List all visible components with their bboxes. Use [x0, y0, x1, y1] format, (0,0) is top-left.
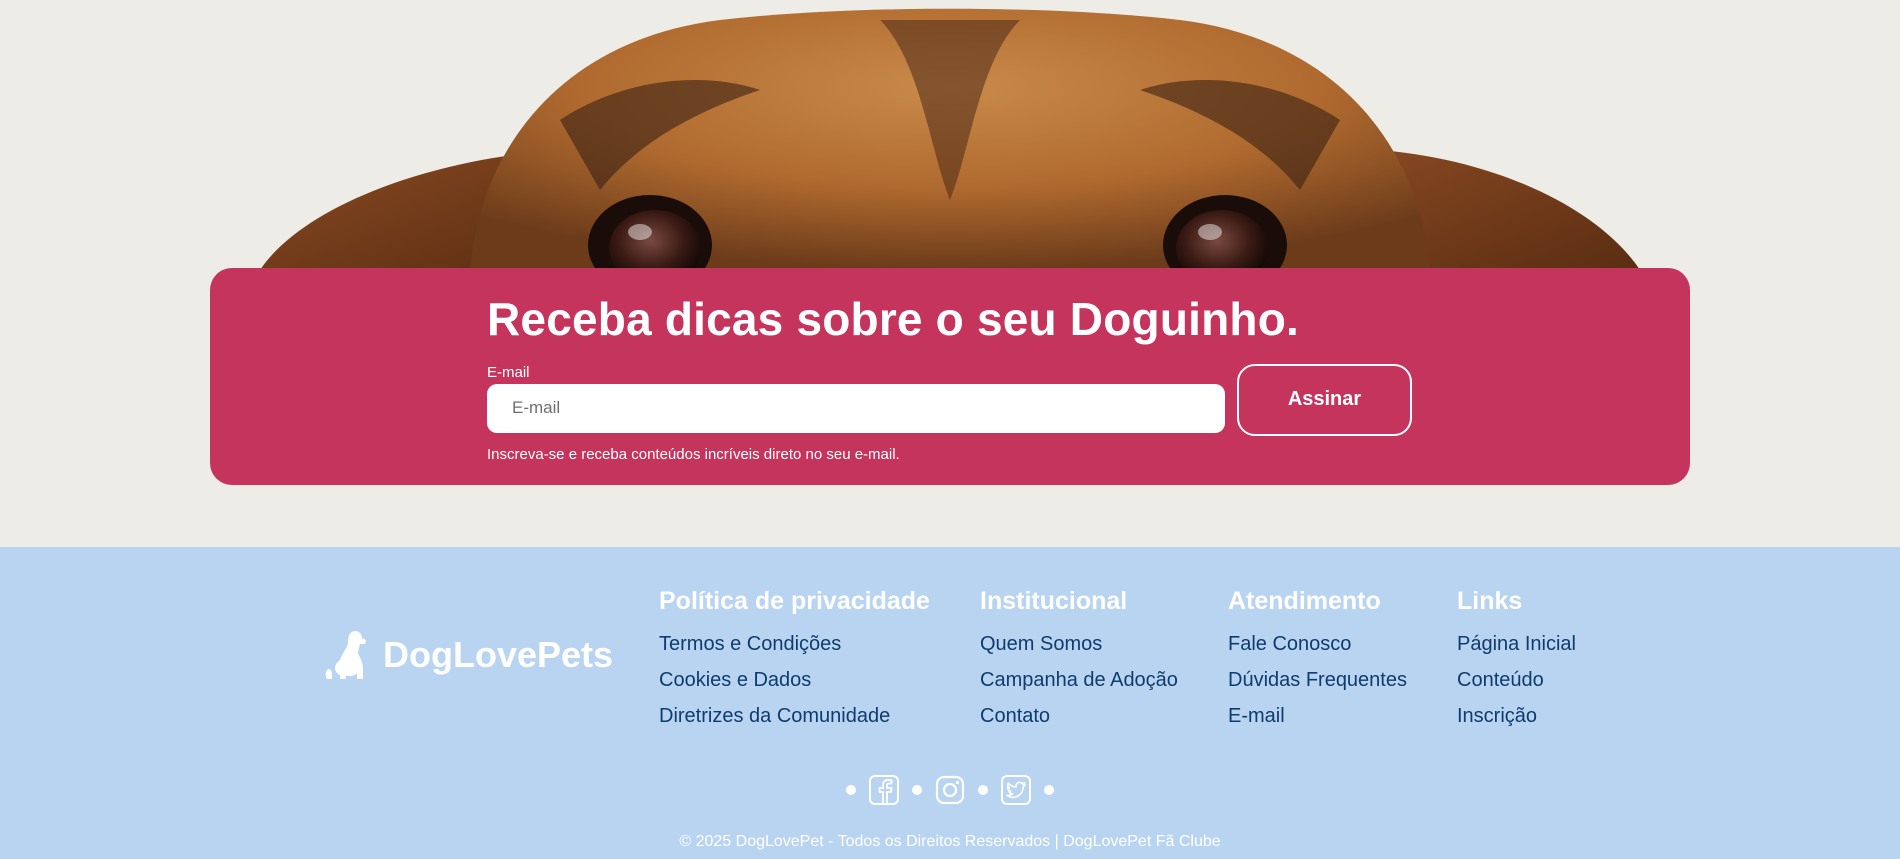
footer-link-faq[interactable]: Dúvidas Frequentes	[1228, 662, 1407, 698]
footer-link-cookies[interactable]: Cookies e Dados	[659, 662, 930, 698]
facebook-icon	[869, 775, 899, 805]
separator-dot	[1044, 785, 1054, 795]
instagram-icon	[935, 775, 965, 805]
footer-column-title: Institucional	[980, 587, 1128, 615]
brand-logo[interactable]: DogLovePets	[325, 629, 613, 681]
footer-link-guidelines[interactable]: Diretrizes da Comunidade	[659, 698, 930, 734]
newsletter-title: Receba dicas sobre o seu Doguinho.	[487, 293, 1299, 345]
footer-link-signup[interactable]: Inscrição	[1457, 698, 1576, 734]
footer-link-home[interactable]: Página Inicial	[1457, 626, 1576, 662]
subscribe-button[interactable]: Assinar	[1237, 363, 1412, 436]
dog-photo	[260, 8, 1640, 270]
newsletter-form: E-mail Assinar	[487, 363, 1447, 436]
email-label: E-mail	[487, 363, 530, 381]
footer-column-institutional: Institucional Quem Somos Campanha de Ado…	[980, 587, 1178, 734]
footer-link-about[interactable]: Quem Somos	[980, 626, 1178, 662]
twitter-link[interactable]	[1000, 774, 1032, 806]
newsletter-hint: Inscreva-se e receba conteúdos incríveis…	[487, 445, 900, 463]
footer-column-privacy: Política de privacidade Termos e Condiçõ…	[659, 587, 930, 734]
dog-icon	[325, 631, 366, 679]
newsletter-card: Receba dicas sobre o seu Doguinho. E-mai…	[210, 268, 1690, 485]
site-footer: DogLovePets Política de privacidade Term…	[0, 547, 1900, 859]
instagram-link[interactable]	[934, 774, 966, 806]
footer-link-terms[interactable]: Termos e Condições	[659, 626, 930, 662]
footer-column-links: Links Página Inicial Conteúdo Inscrição	[1457, 587, 1576, 734]
brand-name: DogLovePets	[383, 634, 614, 675]
footer-column-title: Política de privacidade	[659, 587, 930, 615]
footer-column-title: Links	[1457, 587, 1523, 615]
footer-link-contact[interactable]: Contato	[980, 698, 1178, 734]
separator-dot	[978, 785, 988, 795]
facebook-link[interactable]	[868, 774, 900, 806]
newsletter-content: Receba dicas sobre o seu Doguinho. E-mai…	[487, 293, 1447, 463]
email-input[interactable]	[487, 383, 1225, 433]
separator-dot	[846, 785, 856, 795]
copyright-text: © 2025 DogLovePet - Todos os Direitos Re…	[679, 833, 1221, 850]
footer-link-talk-to-us[interactable]: Fale Conosco	[1228, 626, 1407, 662]
twitter-icon	[1001, 775, 1031, 805]
footer-column-support: Atendimento Fale Conosco Dúvidas Frequen…	[1228, 587, 1407, 734]
separator-dot	[912, 785, 922, 795]
social-links	[846, 774, 1054, 806]
footer-link-content[interactable]: Conteúdo	[1457, 662, 1576, 698]
footer-link-email[interactable]: E-mail	[1228, 698, 1407, 734]
hero-section: Receba dicas sobre o seu Doguinho. E-mai…	[0, 0, 1900, 547]
footer-link-adoption[interactable]: Campanha de Adoção	[980, 662, 1178, 698]
footer-column-title: Atendimento	[1228, 587, 1381, 615]
